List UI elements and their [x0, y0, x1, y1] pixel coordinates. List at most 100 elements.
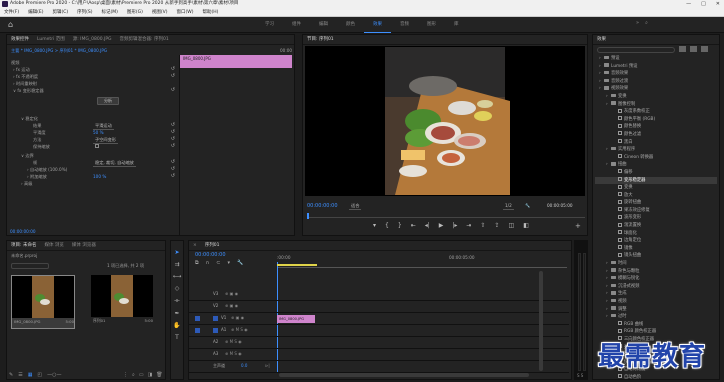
tab-audio-mixer[interactable]: 音频剪辑混合器: 序列01 [120, 35, 169, 44]
effect-row-time-remap[interactable]: › 时间重映射 [13, 80, 179, 87]
effects-folder-item[interactable]: › 变换 [595, 93, 717, 101]
advanced-label[interactable]: › 高级 [21, 180, 32, 187]
play-icon[interactable]: ▶ [439, 222, 444, 229]
effects-item[interactable]: 变换 [595, 184, 717, 192]
timeline-clip[interactable]: IMG_0800.JPG [277, 315, 315, 323]
home-icon[interactable]: ⌂ [8, 20, 18, 29]
menu-graphics[interactable]: 图形(G) [127, 8, 143, 16]
reset-icon[interactable]: ↺ [171, 166, 175, 173]
tab-effect-controls[interactable]: 效果控件 [11, 35, 29, 44]
effects-folder-item[interactable]: › 扭曲 [595, 161, 717, 169]
param-auto-scale[interactable]: › 自动缩放 (100.0%) ↺ [27, 166, 179, 173]
project-search-input[interactable] [11, 263, 49, 269]
effects-item[interactable]: RGB 曲线 [595, 321, 717, 329]
razor-tool-icon[interactable]: ◇ [175, 285, 180, 292]
effect-row-opacity[interactable]: › fx 不透明度 ↺ [13, 73, 179, 80]
close-tab-icon[interactable]: × [193, 241, 197, 250]
trash-icon[interactable]: 🗑 [156, 372, 162, 378]
workspace-tab-color[interactable]: 颜色 [337, 17, 364, 33]
effects-item[interactable]: 颜色过滤 [595, 131, 717, 139]
program-timecode[interactable]: 00:00:00:00 [307, 203, 338, 209]
reset-icon[interactable]: ↺ [171, 173, 175, 180]
type-tool-icon[interactable]: T [175, 334, 179, 341]
add-button-icon[interactable]: + [575, 222, 581, 230]
step-back-icon[interactable]: ◂| [425, 222, 430, 229]
freeform-view-icon[interactable]: ◰ [37, 372, 42, 378]
menu-window[interactable]: 窗口(W) [177, 8, 194, 16]
project-item-sequence[interactable]: 序列01 5:00 [91, 275, 155, 329]
program-monitor-title[interactable]: 节目: 序列01 [307, 35, 334, 44]
effects-folder-item[interactable]: › 杂色与颗粒 [595, 268, 717, 276]
work-area-bar[interactable] [277, 264, 317, 266]
add-marker-icon[interactable]: ▾ [227, 260, 230, 266]
track-v3-controls[interactable]: ⊕ ▣ ◉ [225, 291, 238, 296]
ec-timecode[interactable]: 00:00:00:00 [10, 228, 36, 235]
track-target-v1[interactable] [213, 316, 218, 321]
timeline-settings-icon[interactable]: 🔧 [237, 260, 243, 266]
track-target-a1[interactable] [213, 328, 218, 333]
step-forward-icon[interactable]: |▸ [452, 222, 457, 229]
tab-lumetri-scopes[interactable]: Lumetri 范围 [37, 35, 65, 44]
project-item-img[interactable]: IMG_0800.JPG 5:00 [11, 275, 75, 329]
effects-item[interactable]: 偏移 [595, 169, 717, 177]
extract-icon[interactable]: ⇪ [494, 222, 499, 229]
param-additional-scale[interactable]: › 附加缩放 100 % ↺ [27, 173, 179, 180]
zoom-slider[interactable]: —○— [47, 372, 61, 378]
menu-view[interactable]: 视图(V) [152, 8, 168, 16]
menu-clip[interactable]: 剪辑(C) [52, 8, 68, 16]
comparison-view-icon[interactable]: ◧ [523, 222, 529, 229]
timeline-title[interactable]: 序列01 [205, 241, 220, 250]
workspace-tab-learn[interactable]: 学习 [256, 17, 283, 33]
effects-folder-item[interactable]: › Lumetri 预设 [595, 63, 717, 71]
snap-icon[interactable]: ∩ [206, 260, 210, 266]
preserve-scale-checkbox[interactable] [95, 144, 99, 148]
pencil-icon[interactable]: ✎ [9, 372, 13, 378]
tab-media-browser[interactable]: 媒体 浏览器 [72, 241, 96, 250]
effects-item[interactable]: 镜头扭曲 [595, 252, 717, 260]
ec-clip-badge[interactable]: IMG_0800.JPG [180, 55, 292, 68]
workspace-tab-assembly[interactable]: 组件 [283, 17, 310, 33]
reset-icon[interactable]: ↺ [171, 73, 175, 80]
new-bin-icon[interactable]: ▭ [139, 372, 144, 378]
export-frame-icon[interactable]: ◫ [509, 222, 515, 229]
search-icon[interactable]: ⌕ [645, 20, 648, 26]
smoothness-value[interactable]: 50 % [93, 129, 104, 136]
effects-folder-item[interactable]: › 调整 [595, 306, 717, 314]
effects-folder-item[interactable]: › 模糊与锐化 [595, 275, 717, 283]
accelerated-filter-icon[interactable] [679, 46, 686, 52]
tab-media-browser-short[interactable]: 媒体 浏览 [44, 241, 63, 250]
marker-icon[interactable]: ▾ [373, 222, 376, 229]
32bit-filter-icon[interactable] [690, 46, 697, 52]
slip-tool-icon[interactable]: ⟛ [174, 297, 179, 305]
effects-folder-item[interactable]: › 过时 [595, 313, 717, 321]
source-patch-a1[interactable] [195, 328, 200, 333]
hand-tool-icon[interactable]: ✋ [173, 322, 180, 329]
additional-scale-value[interactable]: 100 % [93, 173, 106, 180]
program-scrubber[interactable] [307, 213, 585, 219]
reset-icon[interactable]: ↺ [171, 66, 175, 73]
reset-icon[interactable]: ↺ [171, 159, 175, 166]
list-view-icon[interactable]: ☰ [18, 372, 22, 378]
effects-item[interactable]: 颜色平衡 (RGB) [595, 116, 717, 124]
minimize-button[interactable]: — [686, 0, 691, 8]
effects-item[interactable]: 边角定位 [595, 237, 717, 245]
menu-file[interactable]: 文件(F) [4, 8, 19, 16]
effects-folder-item[interactable]: › 生成 [595, 290, 717, 298]
effects-folder-item[interactable]: › 视频 [595, 298, 717, 306]
effects-folder-item[interactable]: › 实用程序 [595, 146, 717, 154]
effects-item[interactable]: 自动色阶 [595, 374, 717, 382]
workspace-tab-graphics[interactable]: 图形 [418, 17, 445, 33]
find-icon[interactable]: ⌕ [132, 372, 135, 378]
new-item-icon[interactable]: ◨ [148, 372, 153, 378]
tab-source[interactable]: 源: IMG_0800.JPG [73, 35, 112, 44]
effects-title[interactable]: 效果 [597, 35, 606, 44]
effects-item[interactable]: 颜色替换 [595, 123, 717, 131]
more-workspaces-icon[interactable]: » [636, 20, 639, 26]
effects-item[interactable]: 旋转扭曲 [595, 199, 717, 207]
effects-item[interactable]: 波形变形 [595, 214, 717, 222]
nest-icon[interactable]: ⧉ [195, 260, 199, 266]
go-to-out-icon[interactable]: ⇥ [466, 222, 471, 229]
tab-project[interactable]: 项目: 未命名 [11, 241, 36, 250]
effects-folder-item[interactable]: › 音频效果 [595, 70, 717, 78]
effects-item[interactable]: 变形稳定器 [595, 176, 717, 185]
